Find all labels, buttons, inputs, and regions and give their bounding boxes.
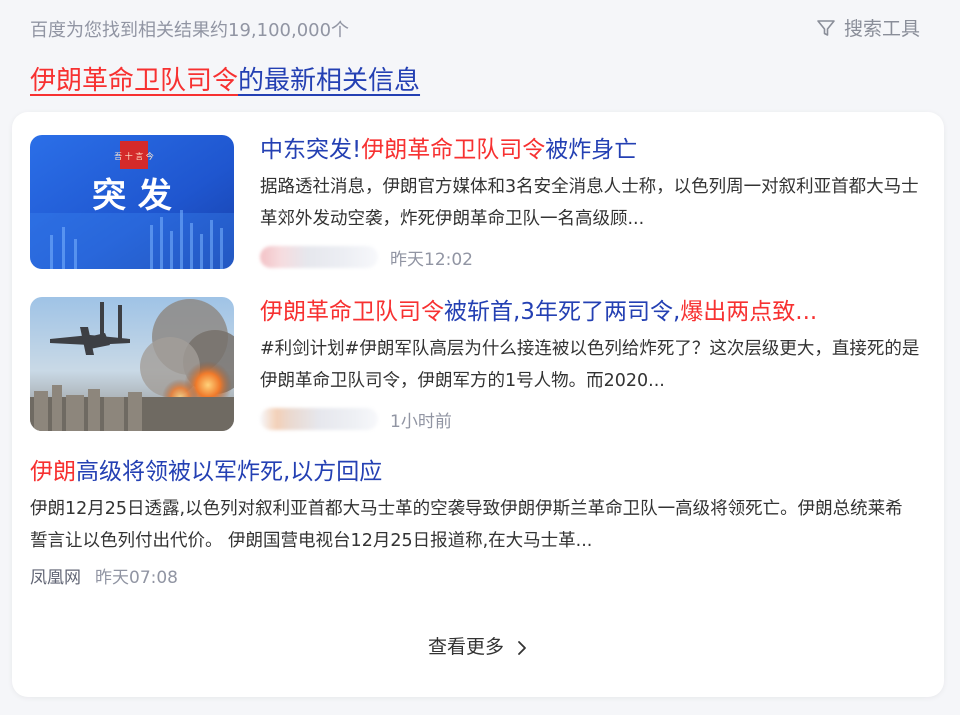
thumbnail-headline: 突 发 xyxy=(92,176,172,216)
result-count: 百度为您找到相关结果约19,100,000个 xyxy=(30,20,350,41)
news-item: 伊朗高级将领被以军炸死,以方回应 伊朗12月25日透露,以色列对叙利亚首都大马士… xyxy=(30,457,910,588)
headline-highlight: 伊朗革命卫队司令 xyxy=(30,66,239,96)
news-title[interactable]: 中东突发!伊朗革命卫队司令被炸身亡 xyxy=(260,135,930,165)
news-title[interactable]: 伊朗高级将领被以军炸死,以方回应 xyxy=(30,457,910,487)
headline-rest: 的最新相关信息 xyxy=(238,66,421,96)
view-more-label: 查看更多 xyxy=(427,636,504,658)
news-meta: 凤凰网 昨天07:08 xyxy=(30,563,910,588)
news-content: 中东突发!伊朗革命卫队司令被炸身亡 据路透社消息，伊朗官方媒体和3名安全消息人士… xyxy=(260,135,930,270)
title-highlight: 伊朗革命卫队司令 xyxy=(260,299,444,325)
news-source[interactable]: 凤凰网 xyxy=(30,563,81,588)
publish-time: 1小时前 xyxy=(390,411,452,432)
news-thumbnail[interactable]: 吾 十 言 今 突 发 xyxy=(30,135,234,269)
top-bar: 百度为您找到相关结果约19,100,000个 搜索工具 xyxy=(30,12,920,42)
thumbnail-logo: 吾 十 言 今 xyxy=(114,151,154,161)
news-thumbnail[interactable] xyxy=(30,297,234,431)
news-title[interactable]: 伊朗革命卫队司令被斩首,3年死了两司令,爆出两点致... xyxy=(260,297,930,327)
search-tools-button[interactable]: 搜索工具 xyxy=(816,14,920,41)
title-text: 高级将领被以军炸死,以方回应 xyxy=(76,459,383,485)
title-highlight: 爆出两点致... xyxy=(680,299,818,325)
search-tools-label: 搜索工具 xyxy=(843,18,920,40)
publish-time: 昨天12:02 xyxy=(390,249,473,270)
news-summary: #利剑计划#伊朗军队高层为什么接连被以色列给炸死了？这次层级更大，直接死的是伊朗… xyxy=(260,339,920,391)
news-content: 伊朗革命卫队司令被斩首,3年死了两司令,爆出两点致... #利剑计划#伊朗军队高… xyxy=(260,297,930,432)
news-meta: 1小时前 xyxy=(260,407,930,432)
news-card: 吾 十 言 今 突 发 中东突发!伊朗革命卫队司令被炸身亡 据路透社消息，伊朗官… xyxy=(12,112,944,697)
news-summary: 据路透社消息，伊朗官方媒体和3名安全消息人士称，以色列周一对叙利亚首都大马士革郊… xyxy=(260,177,919,229)
news-summary: 伊朗12月25日透露,以色列对叙利亚首都大马士革的空袭导致伊朗伊斯兰革命卫队一高… xyxy=(30,499,903,551)
publish-time: 昨天07:08 xyxy=(95,567,178,588)
view-more-button[interactable]: 查看更多 xyxy=(12,632,944,659)
source-avatar-blurred xyxy=(260,246,378,268)
title-text: 中东突发! xyxy=(260,137,362,163)
title-text: 被斩首,3年死了两司令, xyxy=(444,299,681,325)
source-avatar-blurred xyxy=(260,408,378,430)
title-text: 被炸身亡 xyxy=(545,137,638,163)
title-highlight: 伊朗 xyxy=(30,459,76,485)
chevron-right-icon xyxy=(518,640,526,655)
title-highlight: 伊朗革命卫队司令 xyxy=(361,137,546,163)
news-meta: 昨天12:02 xyxy=(260,245,930,270)
filter-icon xyxy=(817,19,835,36)
latest-news-headline[interactable]: 伊朗革命卫队司令的最新相关信息 xyxy=(30,60,420,97)
